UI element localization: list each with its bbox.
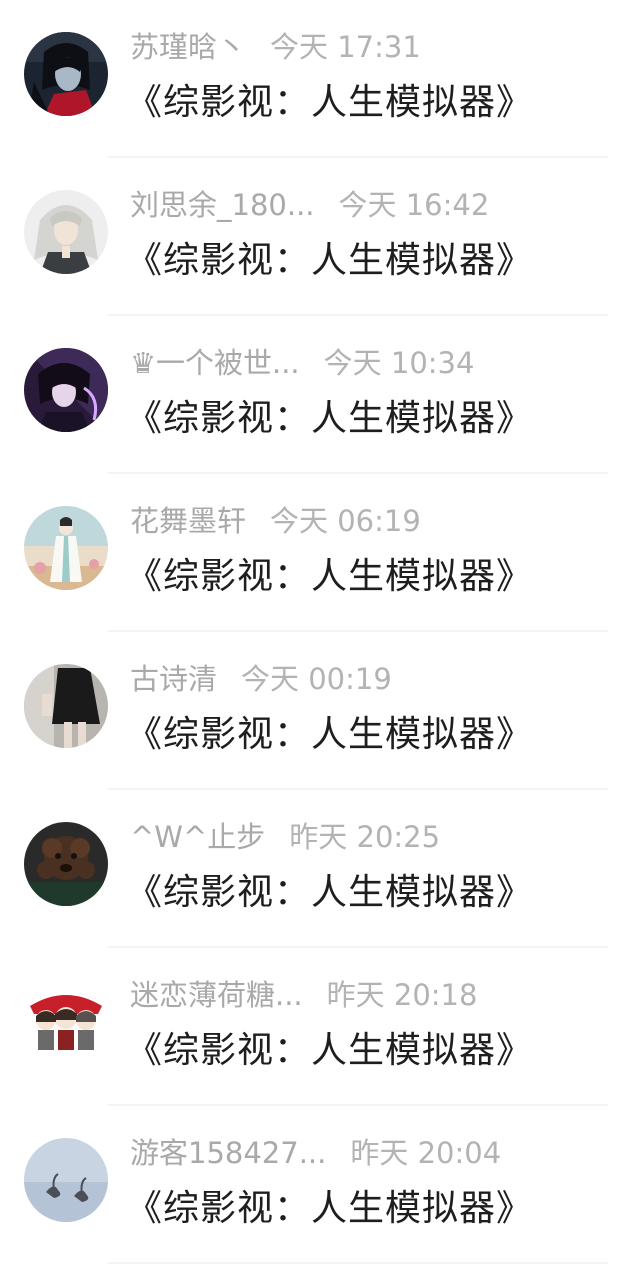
message-meta: 古诗清 今天 00:19 [130,660,392,698]
message-time: 今天 10:34 [323,346,475,380]
message-meta: ^W^止步 昨天 20:25 [130,818,440,856]
message-time: 今天 06:19 [270,504,421,538]
message-meta: ♛一个被世... 今天 10:34 [130,344,474,382]
message-list: 苏瑾晗丶 今天 17:31 《综影视：人生模拟器》 刘思余_180... 今天 16… [0,0,640,1264]
message-time: 今天 17:31 [270,30,421,64]
swan-lake-avatar[interactable] [24,1138,108,1222]
sender-name: ^W^止步 [130,820,266,854]
sender-name: 古诗清 [130,662,218,696]
sender-name: 刘思余_180... [130,188,315,222]
message-item[interactable]: ♛一个被世... 今天 10:34 《综影视：人生模拟器》 [0,316,640,474]
sender-name: 苏瑾晗丶 [130,30,247,64]
message-item[interactable]: 苏瑾晗丶 今天 17:31 《综影视：人生模拟器》 [0,0,640,158]
purple-glow-avatar[interactable] [24,348,108,432]
message-meta: 刘思余_180... 今天 16:42 [130,186,489,224]
message-meta: 花舞墨轩 今天 06:19 [130,502,421,540]
sender-name: 花舞墨轩 [130,504,247,538]
message-item[interactable]: 刘思余_180... 今天 16:42 《综影视：人生模拟器》 [0,158,640,316]
brown-poodle-avatar[interactable] [24,822,108,906]
message-time: 昨天 20:04 [350,1136,502,1170]
message-item[interactable]: 花舞墨轩 今天 06:19 《综影视：人生模拟器》 [0,474,640,632]
sender-name: 迷恋薄荷糖... [130,978,303,1012]
message-time: 今天 00:19 [241,662,392,696]
sender-name: ♛一个被世... [130,346,300,380]
sender-name: 游客158427... [130,1136,327,1170]
message-title: 《综影视：人生模拟器》 [126,872,534,913]
message-title: 《综影视：人生模拟器》 [126,714,534,755]
message-title: 《综影视：人生模拟器》 [126,82,534,123]
message-title: 《综影视：人生模拟器》 [126,1030,534,1071]
message-item[interactable]: 迷恋薄荷糖... 昨天 20:18 《综影视：人生模拟器》 [0,948,640,1106]
message-title: 《综影视：人生模拟器》 [126,556,534,597]
message-title: 《综影视：人生模拟器》 [126,398,534,439]
message-meta: 游客158427... 昨天 20:04 [130,1134,501,1172]
message-item[interactable]: 游客158427... 昨天 20:04 《综影视：人生模拟器》 [0,1106,640,1264]
message-meta: 迷恋薄荷糖... 昨天 20:18 [130,976,477,1014]
message-title: 《综影视：人生模拟器》 [126,1188,534,1229]
message-title: 《综影视：人生模拟器》 [126,240,534,281]
silver-hair-avatar[interactable] [24,190,108,274]
message-item[interactable]: 古诗清 今天 00:19 《综影视：人生模拟器》 [0,632,640,790]
message-time: 昨天 20:18 [326,978,478,1012]
white-robe-figure-avatar[interactable] [24,506,108,590]
black-skirt-photo-avatar[interactable] [24,664,108,748]
dark-hair-red-robe-avatar[interactable] [24,32,108,116]
message-meta: 苏瑾晗丶 今天 17:31 [130,28,421,66]
message-item[interactable]: ^W^止步 昨天 20:25 《综影视：人生模拟器》 [0,790,640,948]
message-time: 今天 16:42 [338,188,490,222]
chibi-girls-avatar[interactable] [24,980,108,1064]
message-time: 昨天 20:25 [289,820,441,854]
